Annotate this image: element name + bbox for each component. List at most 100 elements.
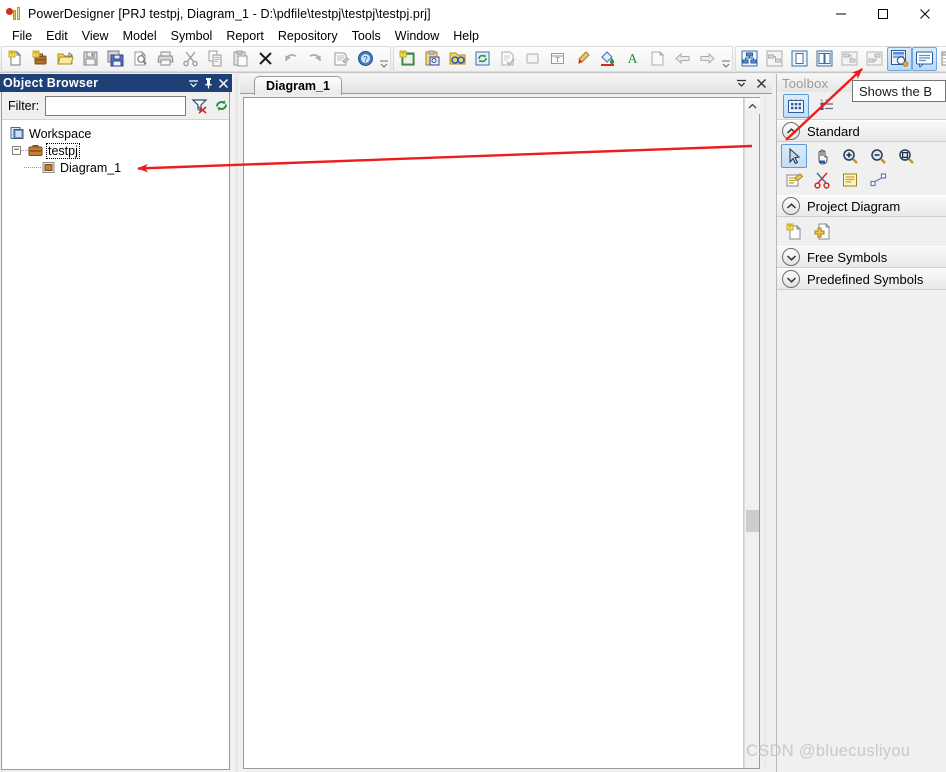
next-icon[interactable] — [695, 47, 720, 71]
close-document-icon[interactable] — [754, 75, 768, 91]
maximize-icon[interactable] — [862, 0, 904, 28]
pin-icon[interactable] — [201, 75, 215, 91]
brush-icon[interactable] — [570, 47, 595, 71]
cut-icon[interactable] — [178, 47, 203, 71]
previous-icon[interactable] — [670, 47, 695, 71]
toolbar-overflow-grip-2[interactable] — [720, 47, 731, 71]
refresh-filter-icon[interactable] — [213, 96, 230, 116]
refresh-icon[interactable] — [470, 47, 495, 71]
minimize-icon[interactable] — [820, 0, 862, 28]
menu-view[interactable]: View — [75, 28, 116, 45]
mdi-right-splitter[interactable] — [764, 97, 770, 769]
link-tool-icon[interactable] — [865, 168, 891, 192]
toolbox-section-standard-header[interactable]: Standard — [777, 120, 946, 142]
font-color-icon[interactable]: A — [620, 47, 645, 71]
tree-item-diagram[interactable]: Diagram_1 — [2, 159, 229, 176]
new-project-icon[interactable] — [28, 47, 53, 71]
undo-icon[interactable] — [278, 47, 303, 71]
zoom-in-tool-icon[interactable] — [837, 144, 863, 168]
close-icon[interactable] — [904, 0, 946, 28]
single-page-icon[interactable] — [787, 47, 812, 71]
print-icon[interactable] — [153, 47, 178, 71]
menu-tools[interactable]: Tools — [345, 28, 388, 45]
watermark: CSDN @bluecusliyou — [746, 742, 911, 760]
diagram-canvas[interactable] — [244, 98, 744, 768]
save-icon[interactable] — [78, 47, 103, 71]
output-toggle-icon[interactable] — [912, 46, 937, 71]
window-title: PowerDesigner [PRJ testpj, Diagram_1 - D… — [28, 7, 431, 21]
copy-icon[interactable] — [203, 47, 228, 71]
chevron-up-icon[interactable] — [782, 122, 800, 140]
properties-tool-icon[interactable] — [781, 168, 807, 192]
toolbar-overflow-grip-1[interactable] — [378, 47, 389, 71]
print-preview-icon[interactable] — [128, 47, 153, 71]
paste-icon[interactable] — [228, 47, 253, 71]
fill-color-icon[interactable] — [595, 47, 620, 71]
left-splitter[interactable] — [232, 74, 238, 772]
grid-palette-icon[interactable] — [783, 93, 809, 118]
help-icon[interactable]: ? — [353, 47, 378, 71]
shape-icon[interactable] — [520, 47, 545, 71]
page-icon[interactable] — [645, 47, 670, 71]
menu-file[interactable]: File — [5, 28, 39, 45]
close-panel-icon[interactable] — [216, 75, 230, 91]
add-document-tool-icon[interactable] — [809, 219, 835, 243]
clipboard-model-icon[interactable] — [420, 47, 445, 71]
note-tool-icon[interactable] — [837, 168, 863, 192]
properties-icon[interactable] — [328, 47, 353, 71]
list-palette-icon[interactable] — [815, 94, 841, 118]
menu-edit[interactable]: Edit — [39, 28, 75, 45]
scrollbar-thumb[interactable] — [746, 510, 759, 532]
open-icon[interactable] — [53, 47, 78, 71]
menu-repository[interactable]: Repository — [271, 28, 345, 45]
redo-icon[interactable] — [303, 47, 328, 71]
two-page-icon[interactable] — [812, 47, 837, 71]
resize-icon[interactable]: T — [545, 47, 570, 71]
result-list-icon[interactable] — [937, 47, 946, 71]
check-model-icon[interactable] — [495, 47, 520, 71]
menu-symbol[interactable]: Symbol — [164, 28, 220, 45]
menu-help[interactable]: Help — [446, 28, 486, 45]
diagram-overview-icon[interactable] — [762, 47, 787, 71]
impact-analysis-icon[interactable] — [862, 47, 887, 71]
tree-item-workspace[interactable]: Workspace — [2, 125, 229, 142]
zoom-fit-tool-icon[interactable] — [893, 144, 919, 168]
tree-item-project[interactable]: − testpj — [2, 142, 229, 159]
delete-scissors-tool-icon[interactable] — [809, 168, 835, 192]
toolbox-section-predefined-symbols-header[interactable]: Predefined Symbols — [777, 268, 946, 290]
new-diagram-icon[interactable] — [395, 47, 420, 71]
diagram-workspace: Diagram_1 — [240, 74, 772, 772]
dropdown-menu-icon[interactable] — [186, 75, 200, 91]
chevron-up-icon[interactable] — [782, 197, 800, 215]
menu-model[interactable]: Model — [116, 28, 164, 45]
tab-diagram-1[interactable]: Diagram_1 — [254, 76, 342, 95]
toolbox-section-free-symbols-header[interactable]: Free Symbols — [777, 246, 946, 268]
scroll-up-icon[interactable] — [745, 98, 760, 114]
toolbox-section-project-diagram-header[interactable]: Project Diagram — [777, 195, 946, 217]
new-icon[interactable] — [3, 47, 28, 71]
svg-text:?: ? — [363, 55, 368, 64]
canvas-vertical-scrollbar[interactable] — [744, 98, 760, 768]
zoom-out-tool-icon[interactable] — [865, 144, 891, 168]
search-input[interactable] — [45, 95, 187, 116]
toolbox-section-project-diagram-label: Project Diagram — [807, 198, 901, 214]
dependency-icon[interactable] — [837, 47, 862, 71]
tree-expander-project[interactable]: − — [12, 146, 21, 155]
grabber-hand-tool-icon[interactable] — [809, 144, 835, 168]
chevron-down-icon[interactable] — [782, 270, 800, 288]
model-tree-icon[interactable] — [737, 47, 762, 71]
new-model-tool-icon[interactable] — [781, 219, 807, 243]
save-all-icon[interactable] — [103, 47, 128, 71]
find-in-folder-icon[interactable] — [445, 47, 470, 71]
main-toolbar: ? T A — [0, 45, 946, 73]
browser-toggle-icon[interactable] — [887, 46, 912, 71]
menu-report[interactable]: Report — [219, 28, 271, 45]
toolbox-section-predefined-symbols-label: Predefined Symbols — [807, 271, 924, 287]
chevron-down-icon[interactable] — [782, 248, 800, 266]
clear-filter-icon[interactable] — [191, 96, 208, 116]
menu-window[interactable]: Window — [388, 28, 446, 45]
window-controls — [820, 0, 946, 28]
pointer-tool-icon[interactable] — [781, 144, 807, 168]
delete-icon[interactable] — [253, 47, 278, 71]
tab-list-icon[interactable] — [734, 75, 748, 91]
